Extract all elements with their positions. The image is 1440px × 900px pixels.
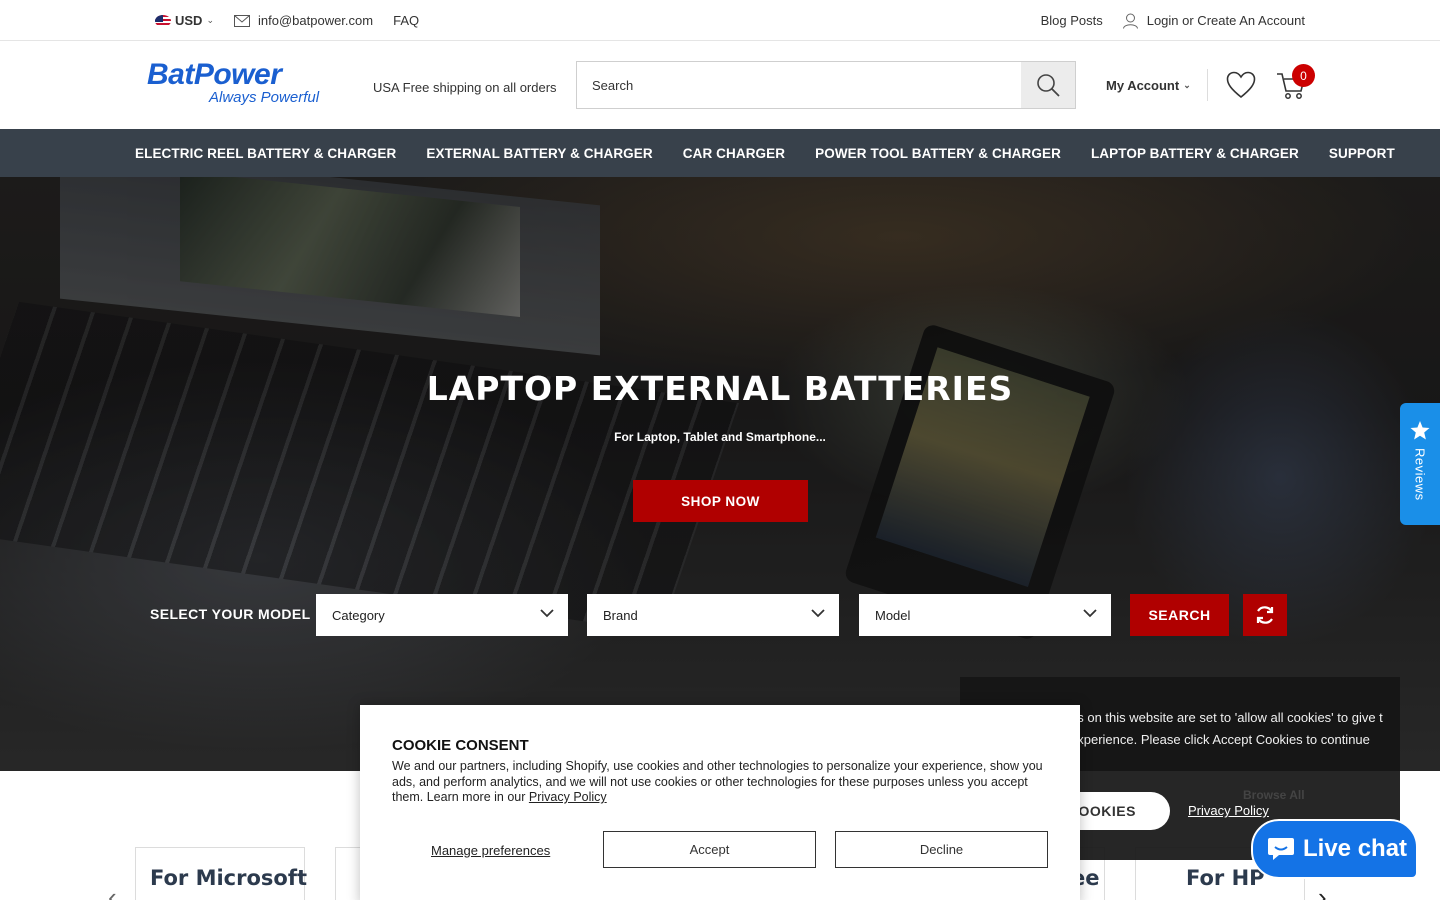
cookie-notice-text: gs on this website are set to 'allow all… — [1070, 710, 1383, 747]
reviews-tab-label: Reviews — [1412, 448, 1428, 501]
brand-select[interactable]: Brand — [587, 594, 839, 636]
nav-external-battery[interactable]: EXTERNAL BATTERY & CHARGER — [426, 146, 652, 161]
my-account-dropdown[interactable]: My Account ⌄ — [1106, 78, 1191, 93]
consent-body-text: We and our partners, including Shopify, … — [392, 759, 1043, 804]
logo-wordmark: BatPower — [147, 58, 282, 91]
consent-body: We and our partners, including Shopify, … — [392, 759, 1052, 806]
live-chat-button[interactable]: Live chat — [1251, 819, 1418, 879]
select-model-label: SELECT YOUR MODEL — [150, 606, 311, 622]
wishlist-button[interactable] — [1226, 71, 1256, 104]
browse-all-link[interactable]: Browse All — [1243, 788, 1305, 802]
us-flag-icon — [155, 14, 171, 27]
shop-now-button[interactable]: SHOP NOW — [633, 480, 808, 522]
top-bar-left: USD ⌄ info@batpower.com FAQ — [155, 0, 439, 41]
blog-link[interactable]: Blog Posts — [1041, 13, 1103, 28]
reviews-side-tab[interactable]: Reviews — [1400, 403, 1440, 525]
manage-preferences-link[interactable]: Manage preferences — [431, 843, 550, 858]
faq-link[interactable]: FAQ — [393, 13, 419, 28]
cookie-consent-dialog: COOKIE CONSENT We and our partners, incl… — [360, 705, 1080, 900]
site-logo[interactable]: BatPower Always Powerful — [147, 59, 327, 109]
nav-electric-reel[interactable]: ELECTRIC REEL BATTERY & CHARGER — [135, 146, 396, 161]
hero-title: LAPTOP EXTERNAL BATTERIES — [426, 369, 1014, 408]
search-input[interactable] — [577, 62, 1021, 108]
currency-label: USD — [175, 13, 203, 28]
top-bar-right: Blog Posts Login or Create An Account — [1021, 0, 1305, 41]
site-header: BatPower Always Powerful USA Free shippi… — [0, 41, 1440, 129]
shipping-notice: USA Free shipping on all orders — [373, 80, 557, 95]
search-icon — [1037, 74, 1060, 97]
consent-privacy-link[interactable]: Privacy Policy — [529, 790, 607, 804]
nav-support[interactable]: SUPPORT — [1329, 146, 1395, 161]
search-bar — [576, 61, 1076, 109]
currency-selector[interactable]: USD ⌄ — [155, 13, 214, 28]
chevron-down-icon — [540, 609, 554, 618]
carousel-next-arrow[interactable]: › — [1318, 882, 1327, 900]
star-icon — [1410, 421, 1430, 440]
blog-text: Blog Posts — [1040, 13, 1103, 28]
faq-text: FAQ — [393, 13, 420, 28]
my-account-label: My Account — [1106, 78, 1180, 93]
main-nav: ELECTRIC REEL BATTERY & CHARGER EXTERNAL… — [0, 129, 1440, 177]
login-link[interactable]: Login or Create An Account — [1122, 13, 1305, 29]
hero-subtitle: For Laptop, Tablet and Smartphone... — [614, 430, 826, 444]
brand-label-hp: For HP — [1186, 866, 1265, 890]
finder-reset-button[interactable] — [1243, 594, 1287, 636]
chevron-down-icon: ⌄ — [206, 15, 214, 25]
model-select-value: Model — [875, 607, 911, 623]
chevron-down-icon: ⌄ — [1183, 80, 1191, 90]
cart-count-badge: 0 — [1292, 64, 1315, 87]
email-link[interactable]: info@batpower.com — [234, 13, 373, 28]
brand-select-value: Brand — [603, 607, 638, 623]
header-divider — [1207, 69, 1208, 101]
envelope-icon — [234, 14, 250, 27]
finder-search-button[interactable]: SEARCH — [1130, 594, 1229, 636]
nav-laptop-battery[interactable]: LAPTOP BATTERY & CHARGER — [1091, 146, 1299, 161]
email-text: info@batpower.com — [258, 13, 374, 28]
chevron-down-icon — [1083, 609, 1097, 618]
chat-bubble-icon — [1268, 838, 1294, 860]
brand-label-microsoft: For Microsoft — [150, 866, 308, 890]
consent-title: COOKIE CONSENT — [392, 737, 529, 754]
user-icon — [1122, 13, 1138, 29]
nav-power-tool[interactable]: POWER TOOL BATTERY & CHARGER — [815, 146, 1061, 161]
model-select[interactable]: Model — [859, 594, 1111, 636]
category-select-value: Category — [332, 607, 385, 623]
login-text: Login or Create An Account — [1146, 13, 1305, 28]
search-button[interactable] — [1021, 62, 1075, 108]
carousel-prev-arrow[interactable]: ‹ — [108, 882, 117, 900]
chevron-down-icon — [811, 609, 825, 618]
refresh-icon — [1256, 606, 1274, 624]
nav-car-charger[interactable]: CAR CHARGER — [683, 146, 785, 161]
logo-tagline: Always Powerful — [209, 89, 320, 106]
top-bar: USD ⌄ info@batpower.com FAQ Blog Posts L… — [0, 0, 1440, 41]
live-chat-label: Live chat — [1303, 835, 1408, 862]
heart-icon — [1226, 71, 1256, 99]
category-select[interactable]: Category — [316, 594, 568, 636]
consent-decline-button[interactable]: Decline — [835, 831, 1048, 868]
consent-accept-button[interactable]: Accept — [603, 831, 816, 868]
cookie-privacy-link[interactable]: Privacy Policy — [1188, 803, 1269, 818]
